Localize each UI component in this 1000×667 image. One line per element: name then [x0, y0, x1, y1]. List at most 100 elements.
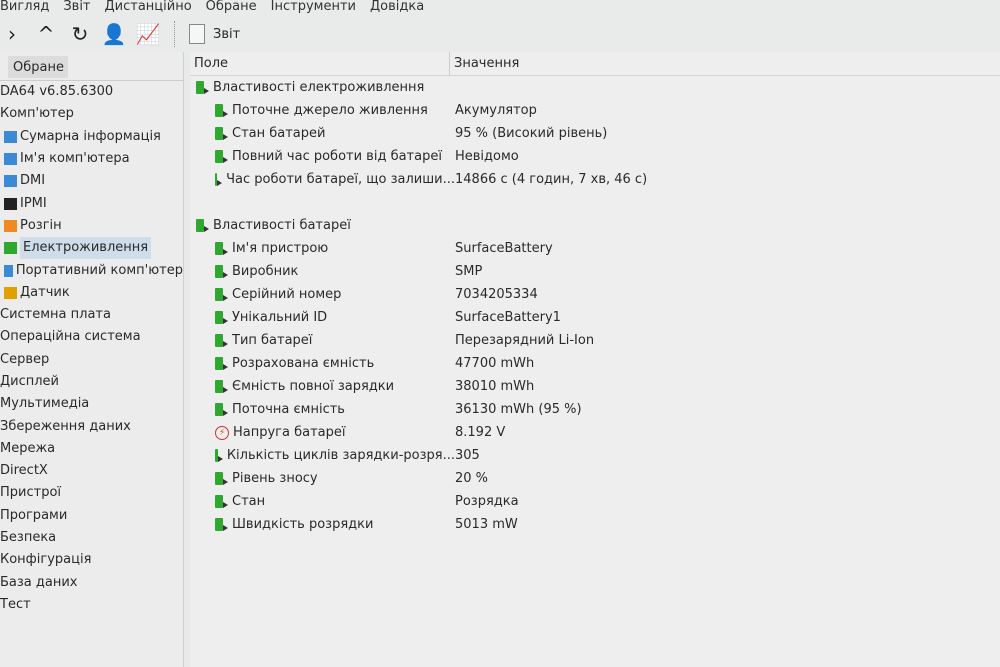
- tree-item[interactable]: DMI: [0, 170, 183, 192]
- tree-item[interactable]: Сервер: [0, 349, 183, 371]
- table-row[interactable]: Поточна ємність 36130 mWh (95 %): [190, 398, 1000, 421]
- forward-icon[interactable]: ›: [0, 22, 24, 46]
- field-value: 8.192 V: [455, 425, 506, 440]
- user-icon[interactable]: 👤: [102, 22, 127, 46]
- tree-item-label: Мультимедіа: [0, 396, 90, 412]
- tree-item[interactable]: Датчик: [0, 282, 183, 304]
- tree-item[interactable]: DirectX: [0, 460, 183, 482]
- tree-item-label: Мережа: [0, 440, 56, 456]
- field-value: Акумулятор: [455, 103, 537, 118]
- tab-favorites[interactable]: Обране: [8, 56, 68, 78]
- table-row[interactable]: ⚡ Напруга батареї 8.192 V: [190, 421, 1000, 444]
- group-header[interactable]: Властивості електроживлення: [190, 76, 1000, 99]
- group-title: Властивості електроживлення: [213, 80, 425, 95]
- field-value: 7034205334: [455, 287, 538, 302]
- tree-item[interactable]: Ім'я комп'ютера: [0, 148, 183, 170]
- field-name: Серійний номер: [232, 287, 342, 302]
- tree-item[interactable]: Сумарна інформація: [0, 126, 183, 148]
- tree-item[interactable]: Електроживлення: [0, 237, 183, 260]
- battery-icon: [196, 81, 209, 94]
- menu-item[interactable]: Обране: [206, 0, 257, 16]
- tree-item[interactable]: Комп'ютер: [0, 103, 183, 125]
- menu-item[interactable]: Дистанційно: [105, 0, 192, 16]
- menu-item[interactable]: Вигляд: [0, 0, 49, 16]
- battery-icon: [215, 311, 228, 324]
- field-name: Кількість циклів зарядки-розря...: [226, 448, 455, 463]
- tree-item[interactable]: Мультимедіа: [0, 393, 183, 415]
- table-row[interactable]: Повний час роботи від батареї Невідомо: [190, 145, 1000, 168]
- tree-item[interactable]: Портативний комп'ютер: [0, 259, 183, 281]
- field-value: 47700 mWh: [455, 356, 535, 371]
- field-value: 95 % (Високий рівень): [455, 126, 608, 141]
- field-name: Ім'я пристрою: [232, 241, 329, 256]
- tree-item[interactable]: Тест: [0, 594, 183, 616]
- table-row[interactable]: Рівень зносу 20 %: [190, 467, 1000, 490]
- battery-icon: [215, 449, 223, 462]
- table-row[interactable]: Виробник SMP: [190, 260, 1000, 283]
- table-row[interactable]: Стан батарей 95 % (Високий рівень): [190, 122, 1000, 145]
- field-value: SurfaceBattery: [455, 241, 553, 256]
- table-row[interactable]: Час роботи батареї, що залиши... 14866 с …: [190, 168, 1000, 191]
- tree-item-label: Операційна система: [0, 329, 141, 345]
- tree-item[interactable]: Розгін: [0, 215, 183, 237]
- server-icon: [4, 197, 17, 210]
- report-label: Звіт: [213, 26, 241, 42]
- battery-icon: [215, 403, 228, 416]
- report-button[interactable]: Звіт: [189, 24, 240, 44]
- battery-icon: [4, 242, 17, 255]
- details-panel: Поле Значення Властивості електроживленн…: [190, 52, 1000, 667]
- group-header[interactable]: Властивості батареї: [190, 214, 1000, 237]
- tree-item[interactable]: Операційна система: [0, 326, 183, 348]
- battery-icon: [215, 242, 228, 255]
- table-row[interactable]: Поточне джерело живлення Акумулятор: [190, 99, 1000, 122]
- tree-item[interactable]: Безпека: [0, 527, 183, 549]
- refresh-icon[interactable]: ↻: [68, 22, 92, 46]
- tree-item-label: Програми: [0, 507, 68, 523]
- table-row[interactable]: Ім'я пристрою SurfaceBattery: [190, 237, 1000, 260]
- menu-item[interactable]: Інструменти: [271, 0, 356, 16]
- gauge-icon: [4, 286, 17, 299]
- menu-item[interactable]: Звіт: [63, 0, 90, 16]
- battery-icon: [215, 334, 228, 347]
- tree-item[interactable]: Програми: [0, 505, 183, 527]
- battery-icon: [215, 288, 228, 301]
- tree-item[interactable]: Мережа: [0, 438, 183, 460]
- menu-item[interactable]: Довідка: [370, 0, 424, 16]
- tree-item[interactable]: Збереження даних: [0, 415, 183, 437]
- chart-icon[interactable]: 📈: [136, 22, 161, 46]
- battery-icon: [215, 357, 228, 370]
- field-value: SurfaceBattery1: [455, 310, 561, 325]
- tree-item-label: Датчик: [20, 284, 70, 300]
- table-row[interactable]: Швидкість розрядки 5013 mW: [190, 513, 1000, 536]
- battery-icon: [215, 265, 228, 278]
- table-row[interactable]: Стан Розрядка: [190, 490, 1000, 513]
- tree-item[interactable]: Пристрої: [0, 482, 183, 504]
- tree-item-version[interactable]: DA64 v6.85.6300: [0, 81, 183, 103]
- tree-item-label: Тест: [0, 596, 31, 612]
- table-row[interactable]: Унікальний ID SurfaceBattery1: [190, 306, 1000, 329]
- column-header-field[interactable]: Поле: [190, 52, 450, 75]
- up-icon[interactable]: ^: [34, 22, 58, 46]
- tree-item[interactable]: Системна плата: [0, 304, 183, 326]
- table-header: Поле Значення: [190, 52, 1000, 76]
- tree-item-label: Портативний комп'ютер: [15, 262, 183, 278]
- table-row[interactable]: Ємність повної зарядки 38010 mWh: [190, 375, 1000, 398]
- table-row[interactable]: Розрахована ємність 47700 mWh: [190, 352, 1000, 375]
- field-name: Розрахована ємність: [232, 356, 375, 371]
- battery-icon: [215, 127, 228, 140]
- column-header-value[interactable]: Значення: [450, 52, 519, 75]
- table-body: Властивості електроживлення Поточне джере…: [190, 76, 1000, 536]
- table-row[interactable]: Кількість циклів зарядки-розря... 305: [190, 444, 1000, 467]
- tree-item[interactable]: База даних: [0, 572, 183, 594]
- field-value: 5013 mW: [455, 517, 518, 532]
- tree-item[interactable]: IPMI: [0, 192, 183, 214]
- field-name: Тип батареї: [232, 333, 313, 348]
- tree-item[interactable]: Конфігурація: [0, 549, 183, 571]
- tree-item[interactable]: Дисплей: [0, 371, 183, 393]
- battery-icon: [215, 173, 223, 186]
- computer-icon: [4, 175, 17, 188]
- tree-item-label: Сервер: [0, 351, 50, 367]
- table-row[interactable]: Тип батареї Перезарядний Li-Ion: [190, 329, 1000, 352]
- tree-item-label: Ім'я комп'ютера: [20, 151, 130, 167]
- table-row[interactable]: Серійний номер 7034205334: [190, 283, 1000, 306]
